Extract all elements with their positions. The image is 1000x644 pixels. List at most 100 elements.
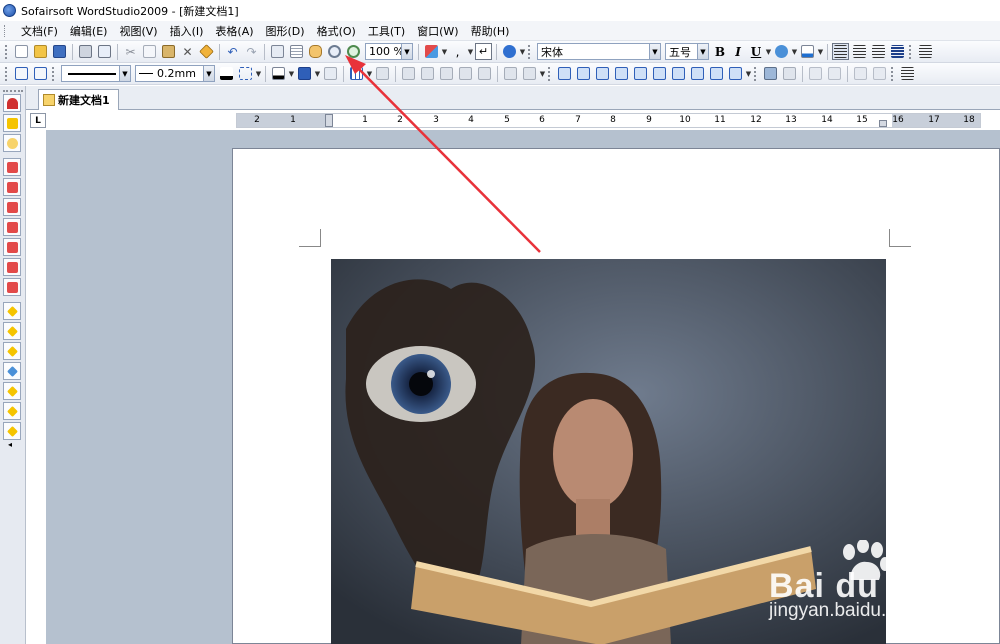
magnet-tool-button[interactable]: [3, 94, 21, 112]
indent-marker[interactable]: [325, 114, 333, 127]
chevron-down-icon[interactable]: ▼: [539, 65, 546, 82]
open-button[interactable]: [32, 43, 49, 60]
snap-tool-2-button[interactable]: [3, 178, 21, 196]
toolbar-grip[interactable]: [5, 44, 8, 59]
shape-tool-6-button[interactable]: [651, 65, 668, 82]
chevron-down-icon[interactable]: ▼: [288, 65, 295, 82]
more-tools-button[interactable]: [899, 65, 916, 82]
chevron-down-icon[interactable]: ▼: [791, 43, 798, 60]
border-button[interactable]: [237, 65, 254, 82]
snap-tool-4-button[interactable]: [3, 218, 21, 236]
chevron-down-icon[interactable]: ▼: [366, 65, 373, 82]
grid-button[interactable]: [288, 43, 305, 60]
zoom-in-button[interactable]: [345, 43, 362, 60]
chevron-down-icon[interactable]: ▼: [314, 65, 321, 82]
delete-button[interactable]: ✕: [179, 43, 196, 60]
chevron-down-icon[interactable]: ▼: [119, 66, 130, 81]
cell-align-button[interactable]: [502, 65, 519, 82]
chevron-down-icon[interactable]: ▼: [817, 43, 824, 60]
right-indent-marker[interactable]: [879, 120, 887, 127]
toolbar-grip[interactable]: [52, 66, 55, 81]
bring-forward-button[interactable]: [807, 65, 824, 82]
undo-button[interactable]: ↶: [224, 43, 241, 60]
list-button[interactable]: [917, 43, 934, 60]
copy-button[interactable]: [141, 43, 158, 60]
justify-button[interactable]: [889, 43, 906, 60]
text-effect-button[interactable]: [773, 43, 790, 60]
pen-tool-5-button[interactable]: [3, 382, 21, 400]
toolbar-grip[interactable]: [909, 44, 912, 59]
redo-button[interactable]: ↷: [243, 43, 260, 60]
send-backward-button[interactable]: [826, 65, 843, 82]
chevron-down-icon[interactable]: ▼: [519, 43, 526, 60]
align-center-button[interactable]: [851, 43, 868, 60]
menu-view[interactable]: 视图(V): [113, 23, 163, 39]
toolbar-grip[interactable]: [528, 44, 531, 59]
chevron-down-icon[interactable]: ▼: [697, 44, 708, 59]
pen-tool-2-button[interactable]: [3, 322, 21, 340]
insert-table-button[interactable]: [348, 65, 365, 82]
bold-button[interactable]: B: [712, 43, 728, 60]
split-cells-button[interactable]: [419, 65, 436, 82]
shape-tool-9-button[interactable]: [708, 65, 725, 82]
shape-tool-5-button[interactable]: [632, 65, 649, 82]
pen-tool-7-button[interactable]: [3, 422, 21, 440]
align-right-button[interactable]: [870, 43, 887, 60]
delete-row-button[interactable]: [476, 65, 493, 82]
select-tool-button[interactable]: [269, 43, 286, 60]
move-up-button[interactable]: [852, 65, 869, 82]
align-left-button[interactable]: [832, 43, 849, 60]
menu-edit[interactable]: 编辑(E): [64, 23, 114, 39]
zoom-select[interactable]: 100 % ▼: [365, 43, 413, 60]
menu-table[interactable]: 表格(A): [209, 23, 259, 39]
shape-tool-4-button[interactable]: [613, 65, 630, 82]
sort-button[interactable]: [521, 65, 538, 82]
menu-tools[interactable]: 工具(T): [362, 23, 411, 39]
toolbar-grip[interactable]: [891, 66, 894, 81]
underline-button[interactable]: U: [748, 43, 764, 60]
chevron-down-icon[interactable]: ▼: [401, 44, 412, 59]
toolbar-grip[interactable]: [5, 66, 8, 81]
shape-tool-2-button[interactable]: [575, 65, 592, 82]
snap-tool-3-button[interactable]: [3, 198, 21, 216]
cut-button[interactable]: ✂: [122, 43, 139, 60]
chevron-down-icon[interactable]: ▼: [255, 65, 262, 82]
pen-tool-6-button[interactable]: [3, 402, 21, 420]
shape-tool-10-button[interactable]: [727, 65, 744, 82]
shape-tool-3-button[interactable]: [594, 65, 611, 82]
pen-tool-3-button[interactable]: [3, 342, 21, 360]
menu-graphics[interactable]: 图形(D): [260, 23, 311, 39]
snap-tool-7-button[interactable]: [3, 278, 21, 296]
menu-grip[interactable]: [4, 24, 7, 37]
toolbar-grip[interactable]: [548, 66, 551, 81]
paragraph-mark-button[interactable]: ↵: [475, 43, 492, 60]
menu-window[interactable]: 窗口(W): [411, 23, 464, 39]
line-style-select[interactable]: ▼: [61, 65, 131, 82]
group-button[interactable]: [781, 65, 798, 82]
shape-tool-7-button[interactable]: [670, 65, 687, 82]
pen-tool-4-button[interactable]: [3, 362, 21, 380]
menu-document[interactable]: 文档(F): [15, 23, 64, 39]
zoom-out-button[interactable]: [326, 43, 343, 60]
snap-tool-1-button[interactable]: [3, 158, 21, 176]
shadow-button[interactable]: [296, 65, 313, 82]
format-painter-button[interactable]: [198, 43, 215, 60]
line-color-button[interactable]: [218, 65, 235, 82]
hand-tool-button[interactable]: [307, 43, 324, 60]
horizontal-ruler[interactable]: 2 1 1 2 3 4 5 6 7 8 9 10 11 12 13 14 15 …: [236, 113, 981, 128]
fill-color-button[interactable]: [270, 65, 287, 82]
print-button[interactable]: [77, 43, 94, 60]
toolbar-grip[interactable]: [754, 66, 757, 81]
symbol-button[interactable]: ,: [449, 43, 466, 60]
palette-more-icon[interactable]: ◂: [8, 440, 12, 449]
font-color-button[interactable]: [799, 43, 816, 60]
merge-cells-button[interactable]: [400, 65, 417, 82]
chevron-down-icon[interactable]: ▼: [765, 43, 772, 60]
chevron-down-icon[interactable]: ▼: [649, 44, 660, 59]
insert-object-button[interactable]: [423, 43, 440, 60]
menu-format[interactable]: 格式(O): [311, 23, 362, 39]
insert-row-button[interactable]: [438, 65, 455, 82]
lightning-tool-button[interactable]: [3, 114, 21, 132]
tab-document-1[interactable]: 新建文档1: [38, 89, 119, 110]
object-properties-button[interactable]: [32, 65, 49, 82]
